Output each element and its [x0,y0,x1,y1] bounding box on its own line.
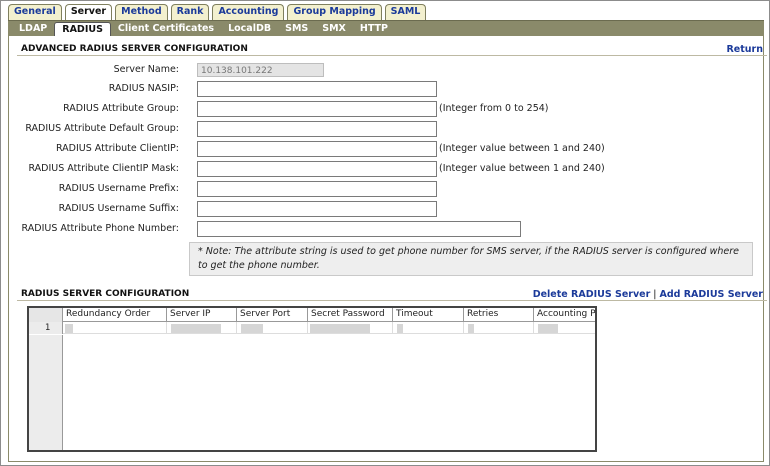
table-cell[interactable] [464,322,534,334]
tab-server[interactable]: Server [64,4,113,21]
field-hint: (Integer from 0 to 254) [439,103,549,114]
column-header[interactable]: Timeout [393,308,464,322]
tab-accounting[interactable]: Accounting [212,4,285,20]
column-header[interactable]: Server Port [237,308,308,322]
redacted-value [310,324,370,333]
attribute-phone-number-input[interactable] [197,221,521,237]
redacted-value [468,324,474,333]
tab-rank[interactable]: Rank [170,4,210,20]
subtab-client-certificates[interactable]: Client Certificates [111,22,221,36]
table-cell[interactable] [237,322,308,334]
server-name-label: Server Name: [113,64,179,75]
table-cell[interactable] [167,322,237,334]
table-cell[interactable] [534,322,595,334]
field-row: RADIUS Username Suffix: [9,201,765,217]
field-label: RADIUS NASIP: [108,83,179,94]
field-row: RADIUS Attribute Default Group: [9,121,765,137]
field-row: RADIUS Username Prefix: [9,181,765,197]
tab-saml[interactable]: SAML [384,4,427,20]
subtab-http[interactable]: HTTP [353,22,395,36]
servers-section-title: RADIUS SERVER CONFIGURATION [21,289,190,299]
radius-nasip-input[interactable] [197,81,437,97]
server-name-row: Server Name: 10.138.101.222 [9,62,765,78]
redacted-value [171,324,221,333]
servers-section-header: RADIUS SERVER CONFIGURATION Delete RADIU… [17,289,767,301]
field-row: RADIUS Attribute ClientIP Mask: (Integer… [9,161,765,177]
field-label: RADIUS Attribute ClientIP: [55,143,179,154]
add-radius-server-link[interactable]: Add RADIUS Server [659,289,763,300]
tab-group-mapping[interactable]: Group Mapping [287,4,382,20]
grid-row-header-column [29,335,63,450]
top-tab-bar: General Server Method Rank Accounting Gr… [8,4,427,21]
field-row: RADIUS Attribute Group: (Integer from 0 … [9,101,765,117]
subtab-ldap[interactable]: LDAP [12,22,54,36]
row-number: 1 [29,322,63,334]
field-row: RADIUS Attribute Phone Number: [9,221,765,237]
field-label: RADIUS Attribute Phone Number: [21,223,179,234]
subtab-radius[interactable]: RADIUS [54,22,111,36]
content-panel: ADVANCED RADIUS SERVER CONFIGURATION Ret… [8,36,767,462]
sms-note: * Note: The attribute string is used to … [189,242,753,276]
link-separator: | [653,289,657,300]
column-header[interactable]: Secret Password [308,308,393,322]
attribute-clientip-input[interactable] [197,141,437,157]
column-header[interactable]: Retries [464,308,534,322]
field-hint: (Integer value between 1 and 240) [439,143,605,154]
username-prefix-input[interactable] [197,181,437,197]
advanced-section-header: ADVANCED RADIUS SERVER CONFIGURATION Ret… [17,44,767,56]
field-label: RADIUS Attribute Group: [63,103,179,114]
grid-corner [29,308,63,322]
field-hint: (Integer value between 1 and 240) [439,163,605,174]
subtab-smx[interactable]: SMX [315,22,353,36]
redacted-value [241,324,263,333]
tab-general[interactable]: General [8,4,62,20]
return-link[interactable]: Return [726,44,763,55]
redacted-value [65,324,73,333]
sub-tab-bar: LDAP RADIUS Client Certificates LocalDB … [8,20,764,36]
attribute-clientip-mask-input[interactable] [197,161,437,177]
field-row: RADIUS NASIP: [9,81,765,97]
table-cell[interactable] [308,322,393,334]
field-label: RADIUS Attribute Default Group: [25,123,179,134]
radius-server-grid[interactable]: Redundancy Order Server IP Server Port S… [27,306,597,452]
table-cell[interactable] [393,322,464,334]
column-header[interactable]: Accounting Po [534,308,595,322]
username-suffix-input[interactable] [197,201,437,217]
attribute-group-input[interactable] [197,101,437,117]
delete-radius-server-link[interactable]: Delete RADIUS Server [533,289,651,300]
column-header[interactable]: Server IP [167,308,237,322]
field-row: RADIUS Attribute ClientIP: (Integer valu… [9,141,765,157]
attribute-default-group-input[interactable] [197,121,437,137]
column-header[interactable]: Redundancy Order [63,308,167,322]
table-row[interactable]: 1 [29,322,595,334]
subtab-localdb[interactable]: LocalDB [221,22,278,36]
field-label: RADIUS Attribute ClientIP Mask: [28,163,179,174]
server-name-field: 10.138.101.222 [197,63,324,77]
tab-method[interactable]: Method [115,4,168,20]
redacted-value [538,324,558,333]
field-label: RADIUS Username Suffix: [58,203,179,214]
advanced-section-title: ADVANCED RADIUS SERVER CONFIGURATION [21,44,248,54]
table-cell[interactable] [63,322,167,334]
field-label: RADIUS Username Prefix: [58,183,179,194]
redacted-value [397,324,403,333]
grid-header: Redundancy Order Server IP Server Port S… [29,308,595,322]
subtab-sms[interactable]: SMS [278,22,315,36]
